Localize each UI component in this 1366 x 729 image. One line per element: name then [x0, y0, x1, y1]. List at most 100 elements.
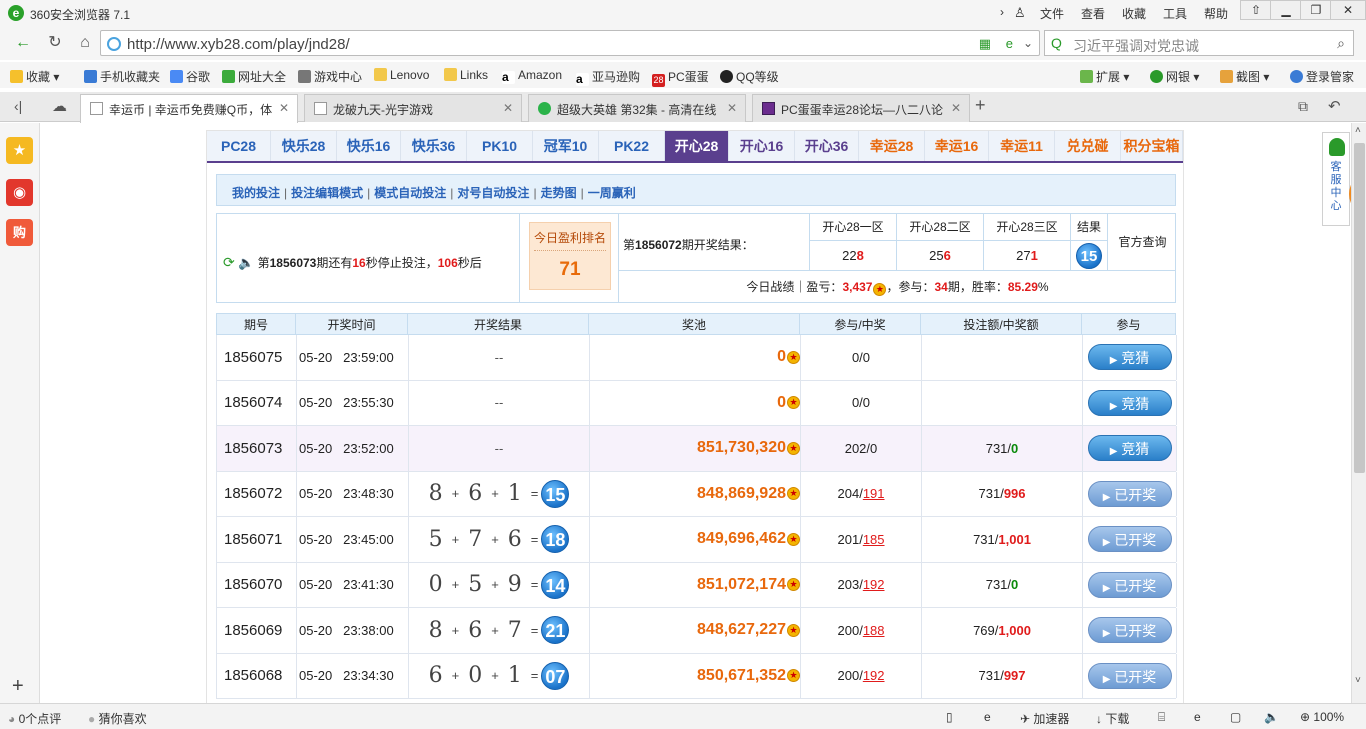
speaker-icon[interactable]: 🔈 [238, 255, 254, 270]
weibo-icon[interactable]: ◉ [6, 179, 33, 206]
menu-help[interactable]: 帮助 [1204, 5, 1228, 22]
bookmark-qq[interactable]: QQ等级 [720, 68, 779, 85]
ie-mode-icon[interactable]: e [1006, 36, 1013, 51]
toolbar-bank[interactable]: 网银 ▾ [1150, 68, 1199, 85]
bookmark-mobile[interactable]: 手机收藏夹 [84, 68, 160, 85]
drawn-button[interactable]: ▶ 已开奖 [1087, 480, 1172, 507]
url-text[interactable]: http://www.xyb28.com/play/jnd28/ [127, 36, 350, 53]
menu-favorites[interactable]: 收藏 [1122, 5, 1146, 22]
address-bar[interactable]: http://www.xyb28.com/play/jnd28/ ▦ e ⌄ [100, 30, 1040, 56]
menu-tools[interactable]: 工具 [1163, 5, 1187, 22]
bookmark-pcdd[interactable]: 28 PC蛋蛋 [652, 68, 709, 87]
new-tab-icon[interactable]: + [975, 95, 986, 116]
search-icon[interactable]: ⌕ [1337, 35, 1345, 52]
bookmark-games[interactable]: 游戏中心 [298, 68, 362, 85]
refresh-icon[interactable]: ⟳ [223, 254, 235, 270]
game-tab-13[interactable]: 兑兑碰 [1055, 131, 1121, 161]
drawn-button[interactable]: ▶ 已开奖 [1087, 526, 1172, 553]
menu-file[interactable]: 文件 [1040, 5, 1064, 22]
close-tab-icon[interactable]: ✕ [727, 101, 737, 115]
winner-count-link[interactable]: 191 [863, 486, 885, 501]
sound-icon[interactable]: 🔈 [1264, 710, 1279, 724]
home-icon[interactable]: ⌂ [74, 32, 96, 54]
tab-pcdd-forum[interactable]: PC蛋蛋幸运28论坛—八二八论 ✕ [752, 94, 970, 122]
user-icon[interactable]: ♙ [1014, 5, 1026, 21]
subnav-link-3[interactable]: 对号自动投注 [457, 186, 529, 200]
maximize-button[interactable]: ❐ [1300, 0, 1332, 20]
game-tab-14[interactable]: 积分宝箱 [1121, 131, 1183, 161]
search-input[interactable]: 习近平强调对党忠诚 [1073, 36, 1199, 56]
search-box[interactable]: Q 习近平强调对党忠诚 ⌕ [1044, 30, 1354, 56]
guess-button[interactable]: ▶ 竞猜 [1087, 389, 1172, 416]
game-tab-4[interactable]: PK10 [467, 131, 533, 161]
vertical-scrollbar[interactable]: ˄ ˅ [1351, 123, 1366, 703]
favorites-star-icon[interactable]: ★ [6, 137, 33, 164]
qrcode-icon[interactable]: ▦ [979, 36, 991, 52]
close-tab-icon[interactable]: ✕ [279, 101, 289, 115]
tab-list-icon[interactable]: ⧉ [1298, 98, 1308, 115]
game-tab-1[interactable]: 快乐28 [271, 131, 337, 161]
tab-longpo[interactable]: 龙破九天-光宇游戏 ✕ [304, 94, 522, 122]
phone-status-icon[interactable]: ▯ [946, 710, 953, 724]
undo-close-icon[interactable]: ↶ [1328, 97, 1341, 115]
add-sidebar-icon[interactable]: + [12, 675, 24, 698]
official-query-link[interactable]: 官方查询 [1107, 214, 1177, 270]
close-tab-icon[interactable]: ✕ [951, 101, 961, 115]
scroll-up-icon[interactable]: ˄ [1355, 125, 1361, 136]
subnav-link-0[interactable]: 我的投注 [232, 186, 280, 200]
winner-count-link[interactable]: 192 [863, 668, 885, 683]
winner-count-link[interactable]: 192 [863, 577, 885, 592]
game-tab-12[interactable]: 幸运11 [989, 131, 1055, 161]
ie-status-icon[interactable]: e [984, 710, 991, 724]
toolbar-screenshot[interactable]: 截图 ▾ [1220, 68, 1269, 85]
panel-icon[interactable]: ⌸ [1158, 710, 1165, 725]
guess-like[interactable]: ● 猜你喜欢 [88, 710, 147, 727]
cloud-icon[interactable]: ☁ [52, 97, 67, 115]
menu-view[interactable]: 查看 [1081, 5, 1105, 22]
back-icon[interactable]: ← [12, 32, 34, 54]
subnav-link-2[interactable]: 模式自动投注 [374, 186, 446, 200]
bookmark-amazon[interactable]: a Amazon [502, 68, 562, 84]
game-tab-8[interactable]: 开心16 [729, 131, 795, 161]
comments-status[interactable]: ◕ 0个点评 [8, 710, 61, 727]
chevron-right-icon[interactable]: › [1000, 5, 1004, 19]
drawn-button[interactable]: ▶ 已开奖 [1087, 571, 1172, 598]
search-engine-icon[interactable]: Q [1051, 35, 1062, 51]
winner-count-link[interactable]: 185 [863, 532, 885, 547]
window-icon[interactable]: ▢ [1230, 710, 1241, 724]
subnav-link-4[interactable]: 走势图 [541, 186, 577, 200]
tab-xyb28[interactable]: 幸运币 | 幸运币免费赚Q币，体 ✕ [80, 94, 298, 123]
bookmark-links[interactable]: Links [444, 68, 488, 82]
download-button[interactable]: ↓ 下载 [1096, 710, 1129, 727]
subnav-link-5[interactable]: 一周赢利 [588, 186, 636, 200]
bookmark-amazon-cn[interactable]: a 亚马逊购 [576, 68, 640, 86]
game-tab-11[interactable]: 幸运16 [925, 131, 989, 161]
close-button[interactable]: ✕ [1330, 0, 1366, 20]
game-tab-9[interactable]: 开心36 [795, 131, 859, 161]
subnav-link-1[interactable]: 投注编辑模式 [291, 186, 363, 200]
drawn-button[interactable]: ▶ 已开奖 [1087, 617, 1172, 644]
ie-compat-icon[interactable]: e [1194, 710, 1201, 724]
game-tab-2[interactable]: 快乐16 [337, 131, 401, 161]
toolbar-login-manager[interactable]: 登录管家 [1290, 68, 1354, 85]
game-tab-0[interactable]: PC28 [207, 131, 271, 161]
guess-button[interactable]: ▶ 竞猜 [1087, 435, 1172, 462]
drawn-button[interactable]: ▶ 已开奖 [1087, 662, 1172, 689]
bookmark-hao[interactable]: 网址大全 [222, 68, 286, 85]
customer-service-widget[interactable]: 客服中心 [1322, 132, 1350, 226]
tab-scroll-left-icon[interactable]: ‹| [14, 98, 22, 114]
dropdown-icon[interactable]: ⌄ [1023, 36, 1033, 50]
close-tab-icon[interactable]: ✕ [503, 101, 513, 115]
bookmark-google[interactable]: 谷歌 [170, 68, 210, 85]
game-tab-6[interactable]: PK22 [599, 131, 665, 161]
tab-hero[interactable]: 超级大英雄 第32集 - 高清在线 ✕ [528, 94, 746, 122]
bookmark-lenovo[interactable]: Lenovo [374, 68, 429, 82]
bookmark-favorites[interactable]: 收藏 ▾ [10, 68, 59, 85]
game-tab-7[interactable]: 开心28 [665, 131, 729, 161]
pin-button[interactable]: ⇧ [1240, 0, 1272, 20]
minimize-button[interactable]: ▁ [1270, 0, 1302, 20]
game-tab-3[interactable]: 快乐36 [401, 131, 467, 161]
refresh-icon[interactable]: ↻ [44, 32, 66, 54]
toolbar-extensions[interactable]: 扩展 ▾ [1080, 68, 1129, 85]
zoom-control[interactable]: ⊕ 100% [1300, 710, 1344, 724]
